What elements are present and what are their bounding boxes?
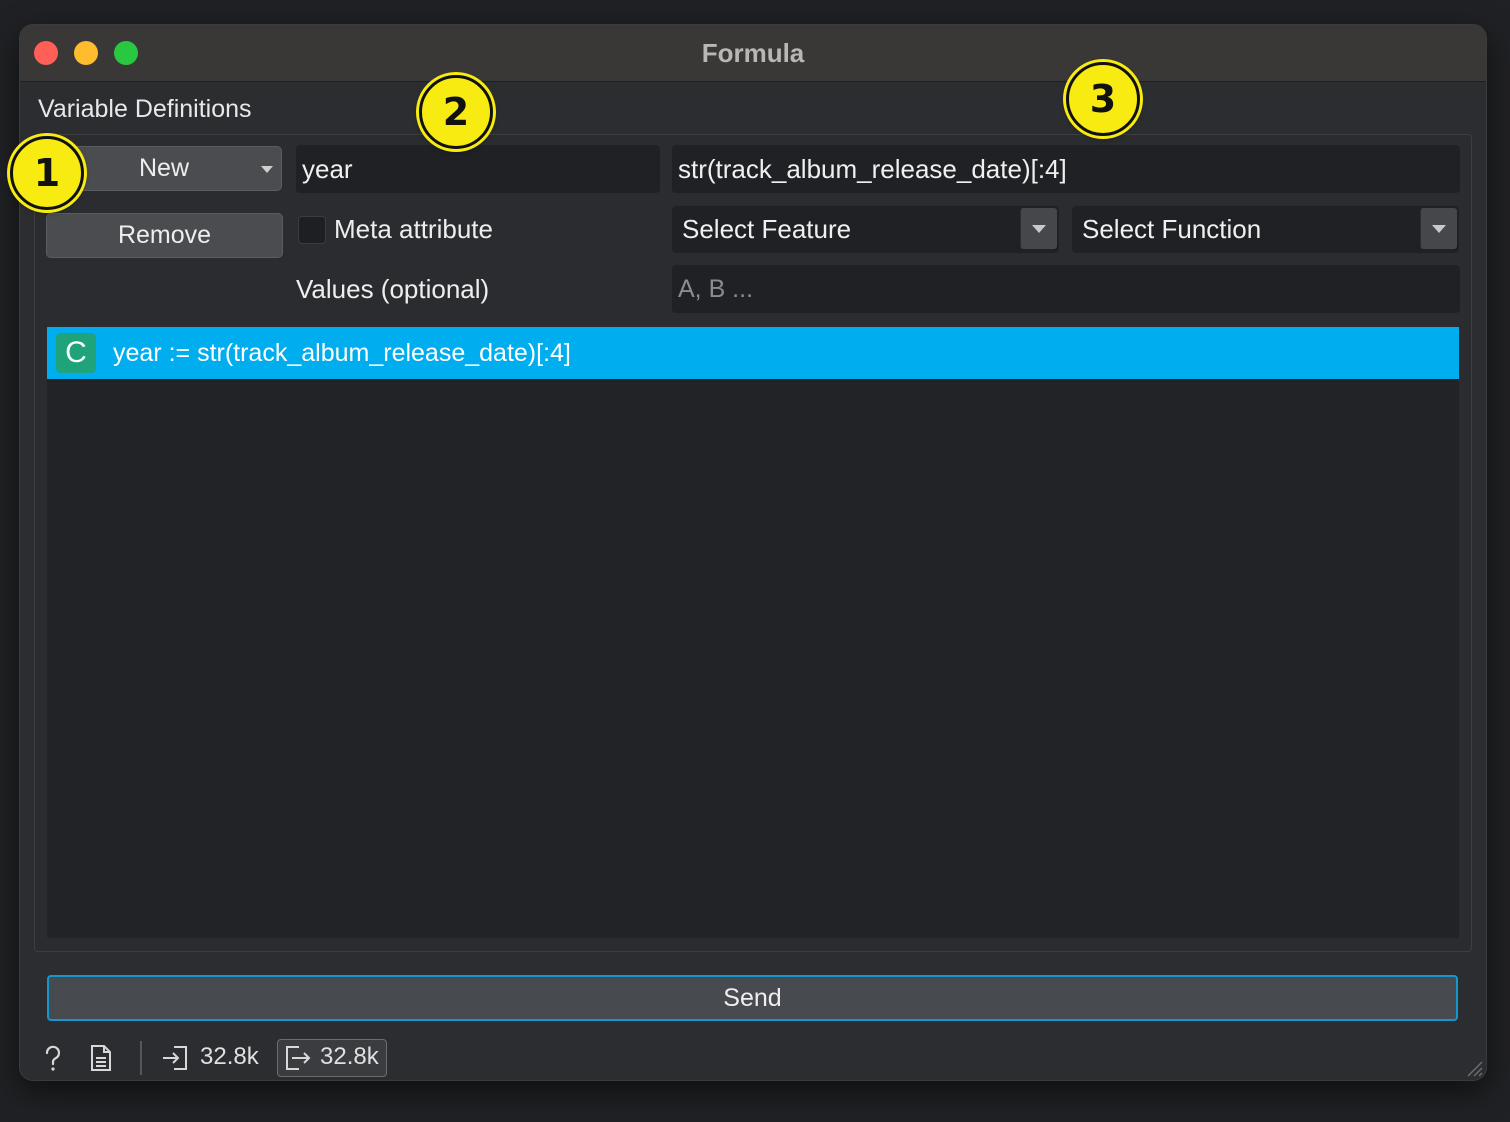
dropdown-caret-icon [261,166,273,173]
output-icon[interactable] [283,1043,313,1073]
variables-list[interactable]: C year := str(track_album_release_date)[… [47,327,1459,938]
section-title: Variable Definitions [38,95,252,123]
list-item-text: year := str(track_album_release_date)[:4… [113,338,571,367]
send-button[interactable]: Send [47,975,1458,1021]
callout-badge-1: 1 [10,136,84,210]
chevron-down-icon[interactable] [1420,208,1457,249]
categorical-type-icon: C [56,333,96,373]
chevron-down-icon[interactable] [1020,208,1057,249]
input-count: 32.8k [200,1043,259,1070]
select-feature-combo[interactable]: Select Feature [672,206,1059,253]
input-icon[interactable] [160,1043,190,1073]
status-divider [140,1041,142,1075]
values-label: Values (optional) [296,274,490,304]
resize-grip-icon[interactable] [1462,1056,1484,1078]
expression-input[interactable]: str(track_album_release_date)[:4] [672,145,1460,193]
meta-attribute-checkbox[interactable] [298,216,326,244]
variable-name-input[interactable]: year [296,145,660,193]
status-bar: 32.8k 32.8k [20,1037,1486,1079]
formula-window: Formula Variable Definitions New Remove … [19,24,1487,1081]
select-function-label: Select Function [1082,214,1262,244]
callout-badge-3: 3 [1066,62,1140,136]
remove-variable-button[interactable]: Remove [46,213,283,258]
list-item[interactable]: C year := str(track_album_release_date)[… [47,327,1459,379]
callout-badge-2: 2 [419,75,493,149]
title-bar[interactable]: Formula [20,25,1486,82]
window-title: Formula [701,38,805,68]
output-count: 32.8k [320,1043,379,1070]
select-function-combo[interactable]: Select Function [1072,206,1459,253]
meta-attribute-label: Meta attribute [334,214,493,244]
new-button-label: New [138,154,189,182]
values-input[interactable]: A, B ... [672,265,1460,313]
help-icon[interactable] [38,1043,68,1073]
report-icon[interactable] [86,1043,116,1073]
select-feature-label: Select Feature [682,214,852,244]
